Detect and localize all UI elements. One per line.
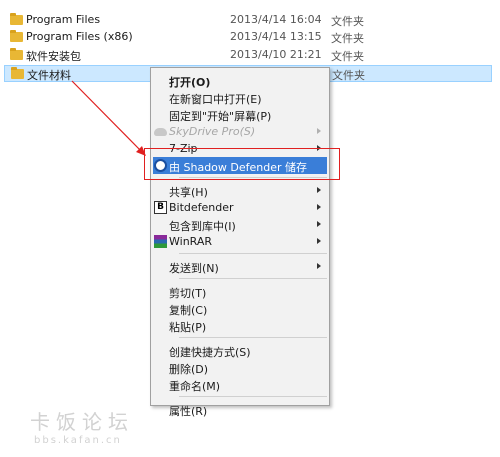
annotation-highlight-box	[144, 148, 340, 180]
watermark-title: 卡饭论坛	[30, 410, 134, 434]
annotation-arrow	[71, 80, 146, 156]
watermark-url: bbs.kafan.cn	[34, 435, 122, 446]
watermark: 卡饭论坛 bbs.kafan.cn	[30, 406, 134, 446]
